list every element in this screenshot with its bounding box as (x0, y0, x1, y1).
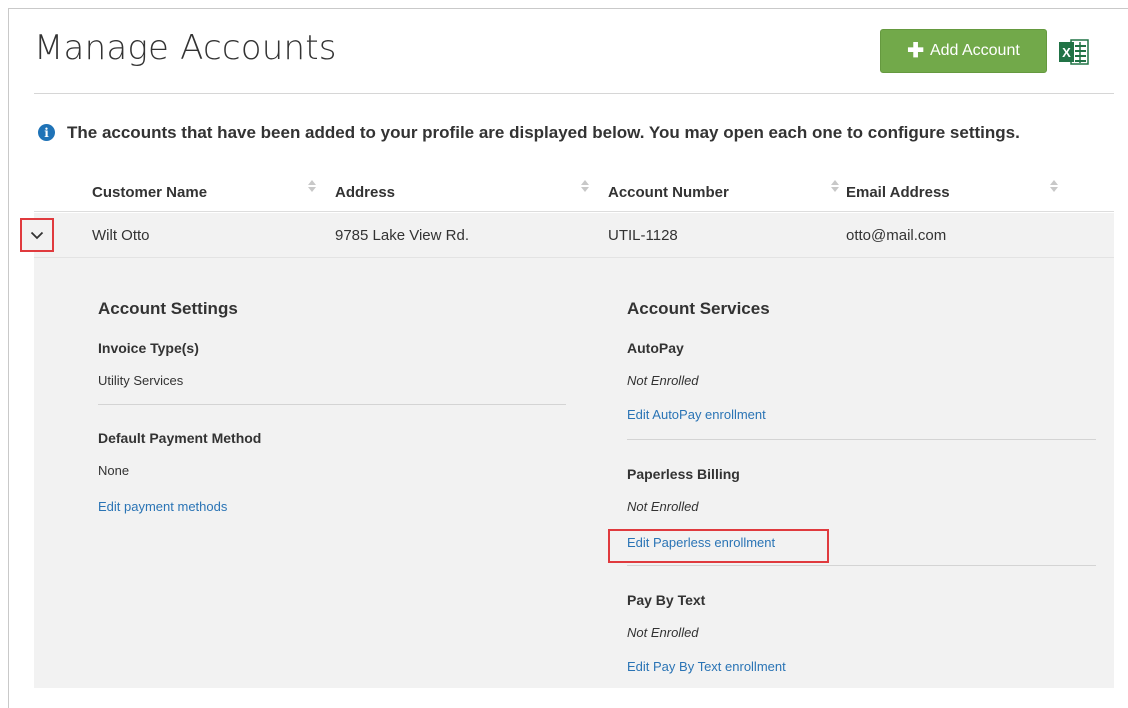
edit-payment-methods-link[interactable]: Edit payment methods (98, 499, 227, 514)
plus-icon: ✚ (907, 40, 924, 62)
sort-icon[interactable] (1050, 180, 1058, 196)
invoice-types-value: Utility Services (98, 373, 184, 388)
pay-by-text-status: Not Enrolled (627, 625, 699, 640)
info-circle-icon: i (38, 124, 55, 141)
default-payment-label: Default Payment Method (98, 430, 262, 446)
cell-customer-name: Wilt Otto (92, 227, 150, 244)
expand-row-button[interactable] (20, 218, 54, 252)
table-header: Customer Name Address Account Number Ema… (34, 170, 1114, 212)
divider (627, 565, 1096, 566)
header-divider (34, 93, 1114, 94)
svg-text:X: X (1062, 45, 1071, 60)
paperless-billing-label: Paperless Billing (627, 466, 740, 482)
cell-address: 9785 Lake View Rd. (335, 227, 469, 244)
divider (627, 439, 1096, 440)
chevron-down-icon (30, 231, 44, 239)
column-header-email[interactable]: Email Address (846, 184, 950, 201)
account-detail-panel: Account Settings Invoice Type(s) Utility… (34, 258, 1114, 688)
paperless-status: Not Enrolled (627, 499, 699, 514)
pay-by-text-label: Pay By Text (627, 592, 706, 608)
highlight-box (608, 529, 829, 563)
invoice-types-label: Invoice Type(s) (98, 340, 199, 356)
page-title: Manage Accounts (34, 28, 337, 68)
add-account-button[interactable]: ✚ Add Account (880, 29, 1047, 73)
excel-export-icon[interactable]: X (1058, 38, 1090, 66)
column-header-address[interactable]: Address (335, 184, 395, 201)
account-services-title: Account Services (627, 299, 770, 318)
column-header-customer-name[interactable]: Customer Name (92, 184, 207, 201)
default-payment-value: None (98, 463, 130, 478)
column-header-account-number[interactable]: Account Number (608, 184, 729, 201)
cell-account-number: UTIL-1128 (608, 227, 678, 244)
sort-icon[interactable] (831, 180, 839, 196)
table-row[interactable]: Wilt Otto 9785 Lake View Rd. UTIL-1128 o… (34, 213, 1114, 258)
info-message: The accounts that have been added to you… (67, 123, 1020, 142)
divider (98, 404, 566, 405)
autopay-status: Not Enrolled (627, 373, 699, 388)
add-account-label: Add Account (929, 42, 1020, 59)
cell-email: otto@mail.com (846, 227, 947, 244)
autopay-label: AutoPay (627, 340, 684, 356)
sort-icon[interactable] (308, 180, 316, 196)
account-settings-title: Account Settings (98, 299, 238, 318)
edit-pay-by-text-link[interactable]: Edit Pay By Text enrollment (627, 659, 786, 674)
edit-autopay-link[interactable]: Edit AutoPay enrollment (627, 407, 766, 422)
sort-icon[interactable] (581, 180, 589, 196)
